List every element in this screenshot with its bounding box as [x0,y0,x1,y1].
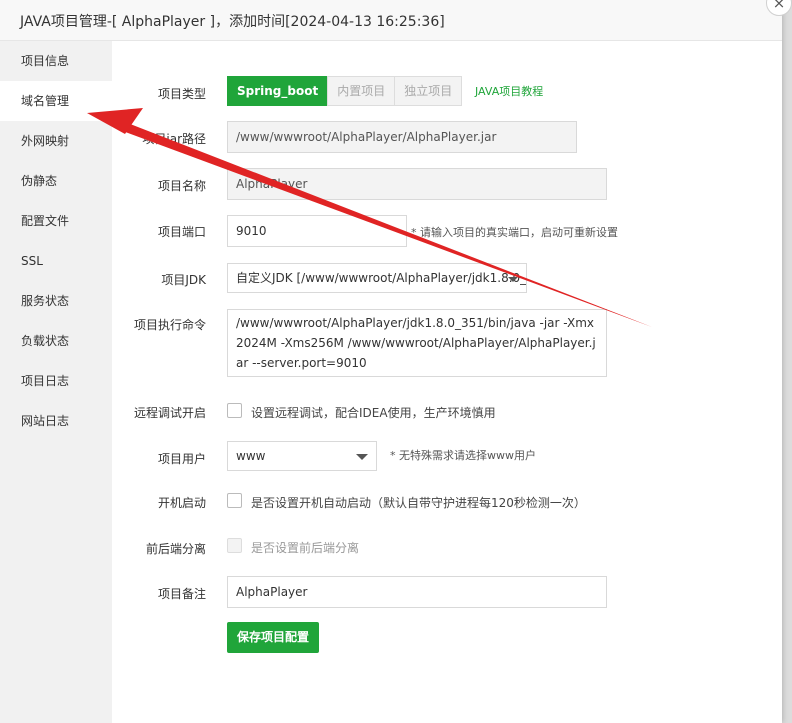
project-type-standalone[interactable]: 独立项目 [394,76,463,106]
project-type-spring-boot[interactable]: Spring_boot [227,76,329,106]
remote-debug-checkbox[interactable] [227,403,242,418]
sidebar: 项目信息 域名管理 外网映射 伪静态 配置文件 SSL 服务状态 负载状态 项目… [0,41,112,723]
remark-input[interactable]: AlphaPlayer [227,576,607,608]
project-name-label: 项目名称 [157,179,206,193]
remark-label: 项目备注 [157,587,206,601]
exec-command-textarea[interactable]: /www/wwwroot/AlphaPlayer/jdk1.8.0_351/bi… [227,309,607,377]
project-name-field[interactable]: AlphaPlayer [227,168,607,200]
project-port-label: 项目端口 [157,225,206,239]
sidebar-item-domain-management[interactable]: 域名管理 [0,81,112,121]
java-tutorial-link[interactable]: JAVA项目教程 [475,83,543,99]
sidebar-item-external-mapping[interactable]: 外网映射 [0,121,112,161]
project-port-input[interactable]: 9010 [227,215,407,247]
jdk-select[interactable]: 自定义JDK [/www/wwwroot/AlphaPlayer/jdk1.8.… [227,263,527,293]
save-config-button[interactable]: 保存项目配置 [227,622,320,653]
sidebar-item-rewrite[interactable]: 伪静态 [0,161,112,201]
sidebar-item-project-info[interactable]: 项目信息 [0,41,112,81]
sidebar-item-config-file[interactable]: 配置文件 [0,201,112,241]
jar-path-label: 项目jar路径 [142,132,206,146]
project-type-label: 项目类型 [157,87,206,101]
project-port-hint: * 请输入项目的真实端口，启动可重新设置 [411,226,618,239]
sidebar-item-load-status[interactable]: 负载状态 [0,321,112,361]
autostart-label: 开机启动 [157,496,206,510]
project-type-builtin[interactable]: 内置项目 [327,76,396,106]
frontend-backend-text: 是否设置前后端分离 [251,541,360,555]
project-user-select-value: www [236,449,266,463]
sidebar-item-project-log[interactable]: 项目日志 [0,361,112,401]
frontend-backend-checkbox[interactable] [227,538,242,553]
jar-path-field[interactable]: /www/wwwroot/AlphaPlayer/AlphaPlayer.jar [227,121,577,153]
remote-debug-text: 设置远程调试，配合IDEA使用，生产环境慎用 [251,406,496,420]
dialog-title: JAVA项目管理-[ AlphaPlayer ]，添加时间[2024-04-13… [20,14,445,30]
exec-command-label: 项目执行命令 [133,318,206,332]
dialog-title-bar: JAVA项目管理-[ AlphaPlayer ]，添加时间[2024-04-13… [0,0,782,41]
sidebar-item-service-status[interactable]: 服务状态 [0,281,112,321]
jdk-select-value: 自定义JDK [/www/wwwroot/AlphaPlayer/jdk1.8.… [236,271,527,285]
autostart-checkbox[interactable] [227,493,242,508]
project-user-hint: * 无特殊需求请选择www用户 [390,449,536,462]
remote-debug-label: 远程调试开启 [133,406,206,420]
java-project-dialog: JAVA项目管理-[ AlphaPlayer ]，添加时间[2024-04-13… [0,0,782,723]
sidebar-item-ssl[interactable]: SSL [0,241,112,281]
frontend-backend-label: 前后端分离 [145,542,206,556]
chevron-down-icon [356,454,368,460]
autostart-text: 是否设置开机自动启动（默认自带守护进程每120秒检测一次） [251,496,586,510]
chevron-down-icon [508,277,518,282]
jdk-label: 项目JDK [161,273,206,287]
project-type-selector: Spring_boot 内置项目 独立项目 [227,76,463,106]
sidebar-item-site-log[interactable]: 网站日志 [0,401,112,441]
project-user-select[interactable]: www [227,441,377,471]
project-user-label: 项目用户 [157,452,206,466]
background-strip [782,0,792,723]
